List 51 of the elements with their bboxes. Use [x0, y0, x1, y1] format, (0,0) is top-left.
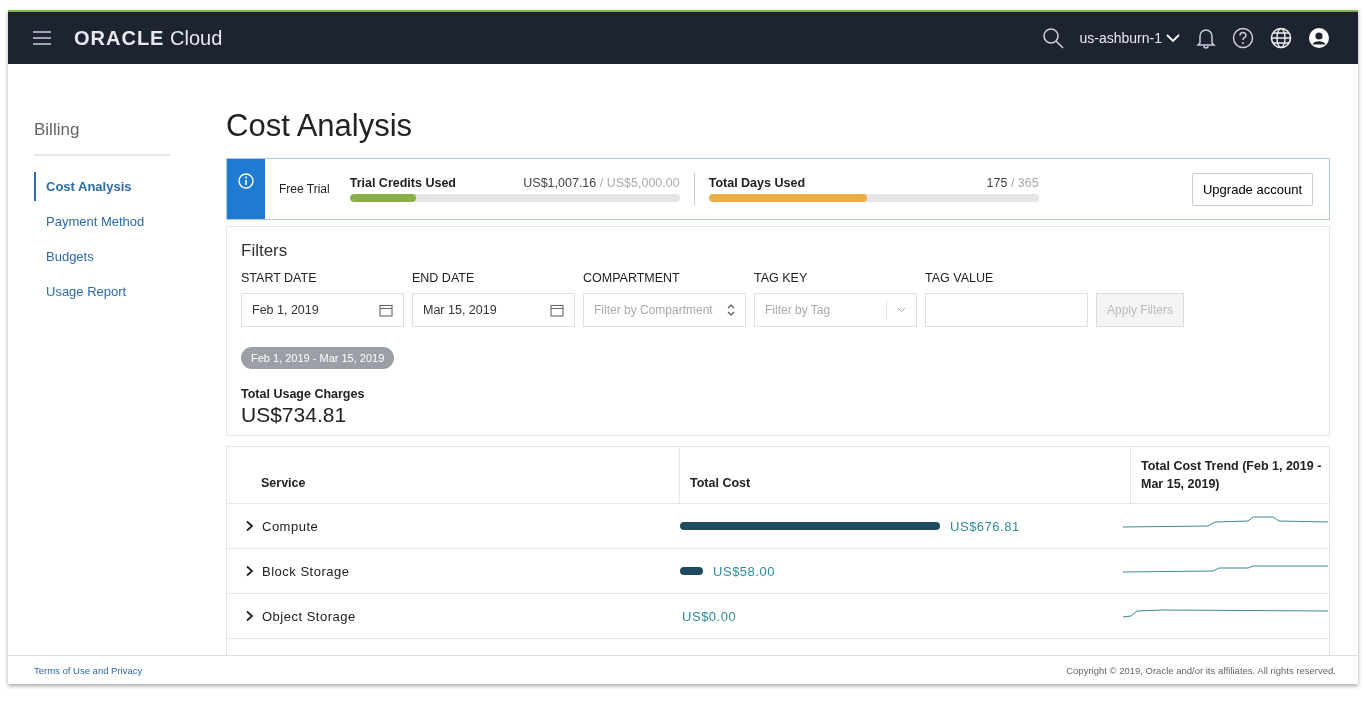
- search-icon[interactable]: [1041, 27, 1064, 49]
- cost-value: US$0.00: [681, 608, 737, 624]
- meter-value: 175 / 365: [986, 176, 1039, 190]
- meter-value: US$1,007.16 / US$5,000.00: [523, 176, 680, 190]
- meter-label: Total Days Used: [708, 176, 805, 190]
- input-field[interactable]: [925, 293, 1088, 327]
- page-title: Cost Analysis: [226, 108, 414, 144]
- service-name[interactable]: Compute: [262, 518, 319, 534]
- avatar-icon[interactable]: [1308, 27, 1330, 49]
- sort-caret-icon: [727, 304, 735, 316]
- globe-icon[interactable]: [1270, 27, 1292, 49]
- service-name[interactable]: Block Storage: [262, 563, 350, 579]
- info-icon: [238, 173, 254, 189]
- cost-value: US$58.00: [712, 563, 775, 579]
- field-label: TAG VALUE: [925, 271, 995, 285]
- filters-title: Filters: [241, 241, 288, 261]
- chevron-down-icon[interactable]: [1166, 33, 1180, 43]
- chevron-icon[interactable]: [245, 520, 254, 532]
- total-value: US$734.81: [241, 403, 347, 427]
- field-label: COMPARTMENT: [583, 271, 681, 285]
- field-label: START DATE: [241, 271, 318, 285]
- copyright-text: Copyright © 2019, Oracle and/or its affiliates. All rights reserved.: [1066, 664, 1336, 676]
- total-label: Total Usage Charges: [241, 387, 365, 401]
- trial-label: Free Trial: [279, 182, 330, 196]
- meter-label: Trial Credits Used: [349, 176, 456, 190]
- menu-icon[interactable]: [32, 30, 52, 46]
- calendar-icon[interactable]: [550, 303, 564, 317]
- region-dropdown[interactable]: us-ashburn-1: [1079, 30, 1180, 46]
- terms-link[interactable]: Terms of Use and Privacy: [34, 664, 143, 676]
- cost-value: US$676.81: [949, 518, 1020, 534]
- sidebar-item[interactable]: Cost Analysis: [34, 172, 170, 201]
- field-label: TAG KEY: [754, 271, 809, 285]
- sidebar-item[interactable]: Payment Method: [34, 207, 170, 236]
- cost-bar: [680, 567, 704, 575]
- help-icon[interactable]: [1232, 27, 1254, 49]
- caret-icon: [897, 307, 906, 313]
- column-header: Service: [261, 476, 306, 490]
- service-name[interactable]: Object Storage: [262, 608, 356, 624]
- column-header: Total Cost: [690, 476, 751, 490]
- upgrade-button[interactable]: Upgrade account: [1192, 172, 1313, 206]
- sidebar-title: Billing: [34, 120, 170, 156]
- chevron-icon[interactable]: [245, 610, 254, 622]
- bell-icon[interactable]: [1196, 27, 1216, 49]
- calendar-icon[interactable]: [379, 303, 393, 317]
- sidebar-item[interactable]: Budgets: [34, 242, 170, 271]
- chevron-icon[interactable]: [245, 565, 254, 577]
- sidebar-item[interactable]: Usage Report: [34, 277, 170, 306]
- date-range-chip: Feb 1, 2019 - Mar 15, 2019: [241, 347, 395, 369]
- column-header: Total Cost Trend (Feb 1, 2019 - Mar 15, 2019): [1141, 457, 1323, 493]
- field-label: END DATE: [412, 271, 476, 285]
- logo[interactable]: ORACLE Cloud: [74, 26, 223, 50]
